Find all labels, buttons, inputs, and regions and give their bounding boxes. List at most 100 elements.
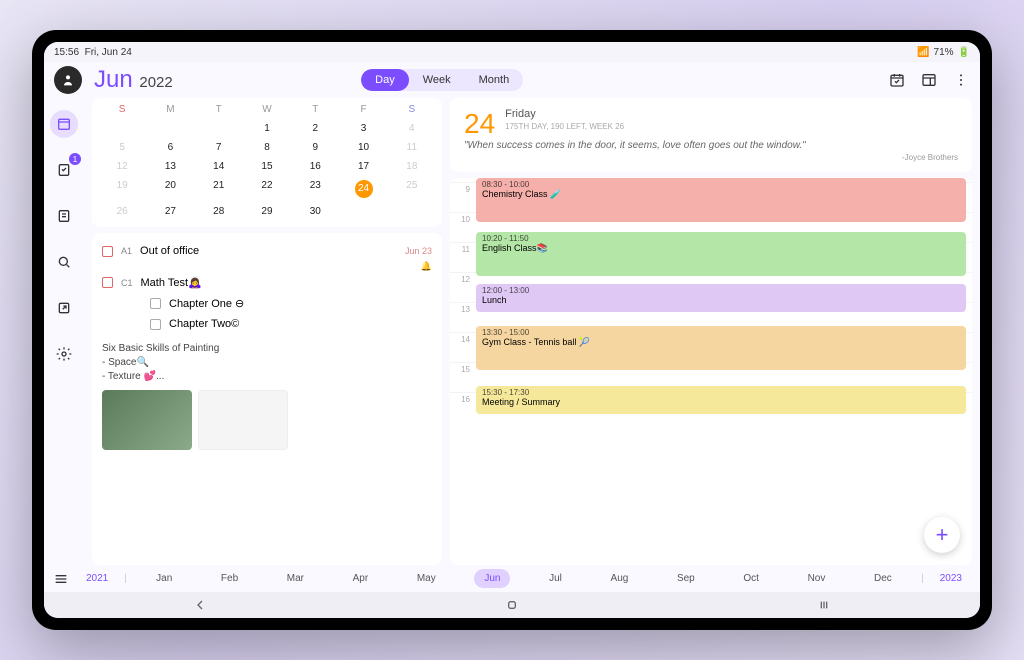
calendar-day[interactable]: 29 — [243, 202, 291, 221]
bell-icon: 🔔 — [102, 261, 432, 272]
calendar-day[interactable] — [195, 119, 243, 138]
avatar[interactable] — [54, 66, 82, 94]
status-date: Fri, Jun 24 — [85, 47, 132, 58]
calendar-day[interactable]: 18 — [388, 157, 436, 176]
next-year[interactable]: 2023 — [930, 569, 972, 588]
battery-icon: 🔋 — [958, 47, 970, 58]
sidebar-settings[interactable] — [50, 340, 78, 368]
calendar-day[interactable]: 19 — [98, 176, 146, 202]
calendar-day[interactable]: 22 — [243, 176, 291, 202]
nav-bar — [44, 592, 980, 618]
calendar-day[interactable]: 16 — [291, 157, 339, 176]
image-thumbnail[interactable] — [102, 390, 192, 450]
calendar-day[interactable] — [146, 119, 194, 138]
calendar-day[interactable]: 10 — [339, 138, 387, 157]
tab-month[interactable]: Month — [465, 69, 524, 91]
timeline-event[interactable]: 10:20 - 11:50English Class📚 — [476, 232, 966, 276]
month-item[interactable]: Mar — [277, 569, 314, 588]
calendar-day[interactable]: 21 — [195, 176, 243, 202]
calendar-day[interactable]: 4 — [388, 119, 436, 138]
screen: 15:56 Fri, Jun 24 📶 71% 🔋 Jun 2022 Day W… — [44, 42, 980, 618]
month-item[interactable]: Jun — [474, 569, 510, 588]
sidebar-export[interactable] — [50, 294, 78, 322]
nav-back[interactable] — [180, 597, 220, 613]
calendar-day[interactable] — [388, 202, 436, 221]
month-item[interactable]: Apr — [343, 569, 379, 588]
calendar-day[interactable]: 6 — [146, 138, 194, 157]
month-item[interactable]: Dec — [864, 569, 902, 588]
timeline-event[interactable]: 08:30 - 10:00Chemistry Class 🧪 — [476, 178, 966, 222]
month-item[interactable]: Oct — [733, 569, 769, 588]
month-item[interactable]: Jan — [146, 569, 182, 588]
calendar-day[interactable]: 15 — [243, 157, 291, 176]
today-icon[interactable] — [888, 71, 906, 89]
calendar-day[interactable]: 23 — [291, 176, 339, 202]
calendar-day[interactable]: 30 — [291, 202, 339, 221]
calendar-day[interactable]: 27 — [146, 202, 194, 221]
timeline-event[interactable]: 12:00 - 13:00Lunch — [476, 284, 966, 312]
month-item[interactable]: Jul — [539, 569, 572, 588]
calendar-day[interactable]: 13 — [146, 157, 194, 176]
month-item[interactable]: Nov — [798, 569, 836, 588]
checkbox-icon[interactable] — [102, 246, 113, 257]
calendar-day[interactable]: 11 — [388, 138, 436, 157]
checkbox-icon[interactable] — [150, 298, 161, 309]
day-number: 24 — [464, 108, 495, 140]
timeline-event[interactable]: 15:30 - 17:30Meeting / Summary — [476, 386, 966, 414]
more-icon[interactable] — [952, 71, 970, 89]
calendar-day[interactable]: 8 — [243, 138, 291, 157]
task-row[interactable]: C1 Math Test🙇‍♀️ — [102, 272, 432, 293]
timeline[interactable]: 910111213141516 08:30 - 10:00Chemistry C… — [450, 178, 972, 565]
mini-calendar[interactable]: SMTWTFS 12345678910111213141516171819202… — [92, 98, 442, 227]
calendar-day[interactable]: 5 — [98, 138, 146, 157]
calendar-day[interactable]: 1 — [243, 119, 291, 138]
prev-year[interactable]: 2021 — [76, 569, 118, 588]
subtask-row[interactable]: Chapter Two© — [102, 314, 432, 334]
image-thumbnail[interactable] — [198, 390, 288, 450]
nav-home[interactable] — [492, 597, 532, 613]
calendar-day[interactable]: 3 — [339, 119, 387, 138]
sidebar-calendar[interactable] — [50, 110, 78, 138]
calendar-day[interactable]: 20 — [146, 176, 194, 202]
add-button[interactable]: + — [924, 517, 960, 553]
calendar-day[interactable]: 28 — [195, 202, 243, 221]
sidebar-tasks[interactable]: 1 — [50, 156, 78, 184]
calendar-day[interactable]: 24 — [339, 176, 387, 202]
calendar-day[interactable]: 25 — [388, 176, 436, 202]
calendar-day[interactable]: 26 — [98, 202, 146, 221]
sidebar-search[interactable] — [50, 248, 78, 276]
tab-day[interactable]: Day — [361, 69, 409, 91]
calendar-day[interactable]: 17 — [339, 157, 387, 176]
checkbox-icon[interactable] — [150, 319, 161, 330]
sidebar: 1 — [44, 98, 84, 565]
wifi-icon: 📶 — [917, 47, 929, 58]
tab-week[interactable]: Week — [409, 69, 465, 91]
month-item[interactable]: Feb — [211, 569, 248, 588]
month-item[interactable]: Sep — [667, 569, 705, 588]
menu-icon[interactable] — [52, 570, 70, 588]
status-bar: 15:56 Fri, Jun 24 📶 71% 🔋 — [44, 42, 980, 62]
calendar-day[interactable]: 2 — [291, 119, 339, 138]
day-header-card: 24 Friday 175TH DAY, 190 LEFT, WEEK 26 "… — [450, 98, 972, 172]
month-scrubber: 2021 | JanFebMarAprMayJunJulAugSepOctNov… — [44, 565, 980, 592]
checkbox-icon[interactable] — [102, 277, 113, 288]
month-item[interactable]: Aug — [601, 569, 639, 588]
nav-recent[interactable] — [804, 597, 844, 613]
layout-icon[interactable] — [920, 71, 938, 89]
calendar-day[interactable]: 14 — [195, 157, 243, 176]
month-item[interactable]: May — [407, 569, 446, 588]
calendar-day[interactable]: 9 — [291, 138, 339, 157]
calendar-day[interactable]: 12 — [98, 157, 146, 176]
tasks-panel: A1 Out of office Jun 23 🔔 C1 Math Test🙇‍… — [92, 233, 442, 565]
note-block[interactable]: Six Basic Skills of Painting - Space🔍 - … — [102, 342, 432, 450]
subtask-row[interactable]: Chapter One ⊖ — [102, 293, 432, 314]
status-time: 15:56 — [54, 47, 79, 58]
tablet-frame: 15:56 Fri, Jun 24 📶 71% 🔋 Jun 2022 Day W… — [32, 30, 992, 630]
calendar-day[interactable] — [339, 202, 387, 221]
calendar-day[interactable] — [98, 119, 146, 138]
sidebar-notes[interactable] — [50, 202, 78, 230]
calendar-day[interactable]: 7 — [195, 138, 243, 157]
top-bar: Jun 2022 Day Week Month — [44, 62, 980, 98]
timeline-event[interactable]: 13:30 - 15:00Gym Class - Tennis ball 🎾 — [476, 326, 966, 370]
task-row[interactable]: A1 Out of office Jun 23 — [102, 241, 432, 261]
